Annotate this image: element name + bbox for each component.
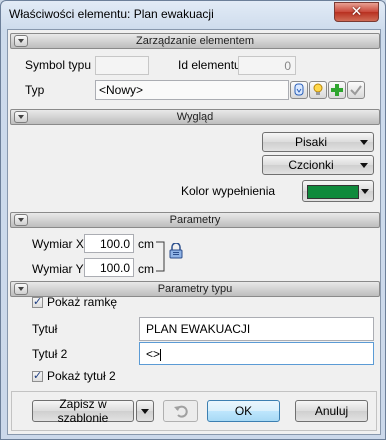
- ok-button[interactable]: OK: [207, 400, 280, 422]
- width-label: Wymiar X: [32, 237, 84, 251]
- section-title-type-parameters: Parametry typu: [157, 283, 233, 295]
- width-input[interactable]: 100.0: [84, 234, 134, 253]
- width-unit: cm: [138, 237, 154, 251]
- title2-value: <>: [146, 347, 161, 361]
- section-title-parameters: Parametry: [169, 214, 221, 226]
- type-edit-button[interactable]: [290, 81, 308, 99]
- checkmark-icon: [350, 85, 362, 96]
- symbol-input[interactable]: [95, 56, 149, 75]
- height-unit: cm: [138, 262, 154, 276]
- dropdown-arrow-icon: [360, 163, 368, 168]
- title2-input[interactable]: <>: [139, 342, 374, 365]
- window-title: Właściwości elementu: Plan ewakuacji: [9, 7, 214, 21]
- section-header-appearance[interactable]: Wygląd: [10, 109, 380, 125]
- symbol-label: Symbol typu: [25, 58, 92, 72]
- element-id-input[interactable]: 0: [238, 56, 296, 75]
- dropdown-arrow-icon: [360, 140, 368, 145]
- show-title2-label: Pokaż tytuł 2: [47, 369, 116, 383]
- close-button[interactable]: ✕: [334, 2, 379, 22]
- properties-window: Właściwości elementu: Plan ewakuacji ✕ Z…: [0, 0, 386, 440]
- pens-label: Pisaki: [294, 135, 327, 149]
- element-id-label: Id elementu: [178, 58, 241, 72]
- add-type-button[interactable]: [328, 81, 346, 99]
- cancel-label: Anuluj: [314, 404, 349, 418]
- confirm-type-button[interactable]: [347, 81, 365, 99]
- height-label: Wymiar Y: [32, 262, 84, 276]
- cancel-button[interactable]: Anuluj: [295, 400, 368, 422]
- close-icon: ✕: [350, 4, 363, 20]
- undo-button[interactable]: [163, 400, 198, 422]
- fonts-label: Czcionki: [288, 158, 334, 172]
- lightbulb-icon: [313, 83, 323, 95]
- fonts-dropdown-button[interactable]: Czcionki: [262, 155, 374, 175]
- plus-icon: [331, 84, 343, 96]
- save-template-button[interactable]: Zapisz w szablonie: [32, 397, 134, 425]
- type-info-button[interactable]: [309, 81, 327, 99]
- title-label: Tytuł: [32, 322, 58, 336]
- title-bar[interactable]: Właściwości elementu: Plan ewakuacji ✕: [1, 1, 385, 27]
- show-frame-checkbox[interactable]: [32, 295, 43, 308]
- section-header-management[interactable]: Zarządzanie elementem: [10, 33, 380, 49]
- show-title2-checkbox[interactable]: [32, 369, 43, 382]
- dialog-body: Zarządzanie elementem Symbol typu Id ele…: [7, 29, 381, 435]
- text-caret: [160, 348, 162, 361]
- height-input[interactable]: 100.0: [84, 258, 134, 277]
- title-input[interactable]: PLAN EWAKUACJI: [139, 317, 374, 341]
- save-template-menu-button[interactable]: [136, 400, 154, 422]
- pens-dropdown-button[interactable]: Pisaki: [262, 132, 374, 152]
- undo-icon: [174, 405, 188, 418]
- dropdown-arrow-icon: [141, 409, 149, 414]
- section-title-management: Zarządzanie elementem: [135, 35, 254, 47]
- title2-label: Tytuł 2: [32, 347, 68, 361]
- type-edit-icon: [294, 83, 304, 96]
- save-template-label: Zapisz w szablonie: [57, 397, 109, 425]
- fill-color-swatch: [307, 185, 359, 199]
- type-select[interactable]: <Nowy>: [95, 80, 289, 100]
- aspect-lock-icon[interactable]: [169, 242, 183, 259]
- ok-label: OK: [234, 404, 253, 418]
- type-label: Typ: [25, 83, 45, 97]
- fill-color-label: Kolor wypełnienia: [181, 184, 276, 198]
- fill-color-picker[interactable]: [302, 180, 374, 202]
- section-title-appearance: Wygląd: [176, 111, 214, 123]
- show-frame-label: Pokaż ramkę: [47, 295, 118, 309]
- dropdown-arrow-icon: [361, 189, 369, 194]
- section-header-parameters[interactable]: Parametry: [10, 212, 380, 228]
